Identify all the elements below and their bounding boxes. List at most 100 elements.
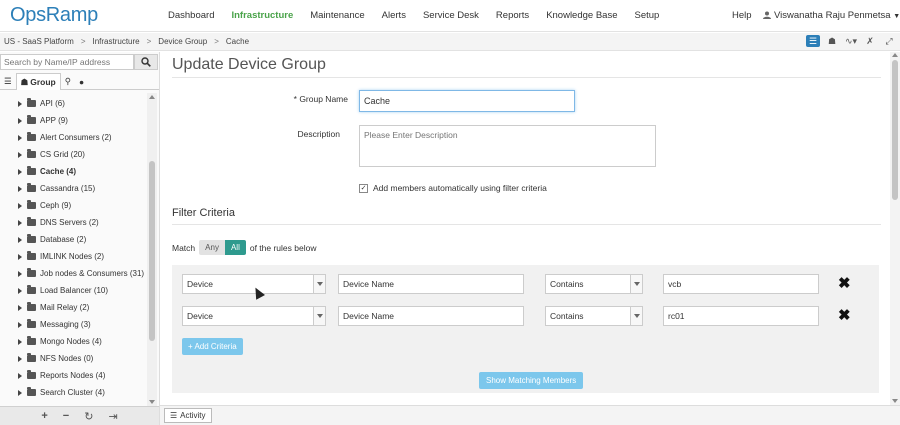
- delete-rule-icon[interactable]: ✖: [838, 276, 851, 291]
- expand-caret-icon[interactable]: [18, 321, 22, 328]
- nav-reports[interactable]: Reports: [496, 10, 529, 21]
- list-view-icon[interactable]: ☰: [806, 35, 820, 47]
- tree-item[interactable]: Mail Relay (2): [18, 299, 89, 316]
- nav-infrastructure[interactable]: Infrastructure: [231, 10, 293, 21]
- nav-maintenance[interactable]: Maintenance: [310, 10, 364, 21]
- tree-item-label: Ceph (9): [40, 201, 72, 210]
- topology-icon[interactable]: ☗: [825, 35, 839, 47]
- folder-icon: [27, 183, 36, 192]
- auto-members-checkbox[interactable]: ✓: [359, 183, 368, 193]
- opsramp-logo[interactable]: OpsRamp: [10, 4, 98, 27]
- rule-operator-select[interactable]: Contains: [545, 306, 643, 326]
- expand-icon[interactable]: ⤢: [882, 35, 896, 47]
- tree-item[interactable]: CS Grid (20): [18, 146, 85, 163]
- rule-value-input[interactable]: vcb: [663, 274, 819, 294]
- import-icon[interactable]: ⇥: [108, 410, 117, 423]
- rule-field-input[interactable]: Device Name: [338, 306, 524, 326]
- tree-item[interactable]: Load Balancer (10): [18, 282, 108, 299]
- scroll-down-icon[interactable]: [892, 399, 898, 403]
- rule-entity-select[interactable]: Device: [182, 306, 326, 326]
- scrollbar-thumb[interactable]: [149, 161, 155, 341]
- tools-icon[interactable]: ✗: [863, 35, 877, 47]
- expand-caret-icon[interactable]: [18, 270, 22, 277]
- group-name-input[interactable]: [359, 90, 575, 112]
- tab-list[interactable]: ☰: [0, 73, 16, 90]
- add-icon[interactable]: +: [41, 410, 47, 422]
- rule-field-input[interactable]: Device Name: [338, 274, 524, 294]
- expand-caret-icon[interactable]: [18, 219, 22, 226]
- search-button[interactable]: [134, 54, 158, 70]
- tree-item[interactable]: Reports Nodes (4): [18, 367, 105, 384]
- tree-item[interactable]: Ceph (9): [18, 197, 71, 214]
- metrics-icon[interactable]: ∿▾: [844, 35, 858, 47]
- rule-value-input[interactable]: rc01: [663, 306, 819, 326]
- help-link[interactable]: Help: [732, 10, 752, 21]
- expand-caret-icon[interactable]: [18, 151, 22, 158]
- match-prefix: Match: [172, 242, 196, 253]
- breadcrumb-item[interactable]: Device Group: [158, 37, 207, 46]
- add-criteria-button[interactable]: + Add Criteria: [182, 338, 243, 355]
- rule-operator-select[interactable]: Contains: [545, 274, 643, 294]
- expand-caret-icon[interactable]: [18, 185, 22, 192]
- folder-icon: [27, 251, 36, 260]
- folder-icon: [27, 234, 36, 243]
- tree-item[interactable]: IMLINK Nodes (2): [18, 248, 104, 265]
- expand-caret-icon[interactable]: [18, 253, 22, 260]
- tree-item-label: Mongo Nodes (4): [40, 337, 102, 346]
- expand-caret-icon[interactable]: [18, 236, 22, 243]
- match-all-button[interactable]: All: [224, 240, 246, 255]
- expand-caret-icon[interactable]: [18, 304, 22, 311]
- main-scrollbar[interactable]: [890, 52, 900, 405]
- tab-location[interactable]: ⚲: [61, 73, 75, 90]
- expand-caret-icon[interactable]: [18, 117, 22, 124]
- expand-caret-icon[interactable]: [18, 372, 22, 379]
- tree-item[interactable]: Database (2): [18, 231, 86, 248]
- expand-caret-icon[interactable]: [18, 338, 22, 345]
- tree-item[interactable]: Messaging (3): [18, 316, 91, 333]
- nav-service-desk[interactable]: Service Desk: [423, 10, 479, 21]
- breadcrumb-item[interactable]: Infrastructure: [92, 37, 139, 46]
- nav-alerts[interactable]: Alerts: [382, 10, 406, 21]
- remove-icon[interactable]: −: [63, 410, 69, 422]
- user-menu[interactable]: Viswanatha Raju Penmetsa ▼: [763, 10, 900, 21]
- tree-item[interactable]: NFS Nodes (0): [18, 350, 93, 367]
- delete-rule-icon[interactable]: ✖: [838, 308, 851, 323]
- tree-item[interactable]: Mongo Nodes (4): [18, 333, 102, 350]
- activity-button[interactable]: ☰ Activity: [164, 408, 212, 423]
- scroll-down-icon[interactable]: [149, 400, 155, 404]
- expand-caret-icon[interactable]: [18, 287, 22, 294]
- expand-caret-icon[interactable]: [18, 168, 22, 175]
- folder-icon: [27, 149, 36, 158]
- tab-globe[interactable]: ●: [75, 73, 88, 90]
- tree-item[interactable]: Job nodes & Consumers (31): [18, 265, 144, 282]
- expand-caret-icon[interactable]: [18, 100, 22, 107]
- tree-item[interactable]: Search Cluster (4): [18, 384, 105, 401]
- match-any-button[interactable]: Any: [199, 240, 225, 255]
- tree-item[interactable]: APP (9): [18, 112, 68, 129]
- tab-group[interactable]: ☗ Group: [15, 73, 61, 90]
- nav-setup[interactable]: Setup: [635, 10, 660, 21]
- refresh-icon[interactable]: ↻: [84, 410, 93, 423]
- tree-item-selected[interactable]: Cache (4): [18, 163, 76, 180]
- search-icon: [141, 57, 151, 67]
- breadcrumb-item[interactable]: US - SaaS Platform: [4, 37, 74, 46]
- scrollbar-thumb[interactable]: [892, 60, 898, 200]
- auto-members-option[interactable]: ✓ Add members automatically using filter…: [359, 183, 547, 193]
- expand-caret-icon[interactable]: [18, 202, 22, 209]
- expand-caret-icon[interactable]: [18, 389, 22, 396]
- breadcrumb: US - SaaS Platform > Infrastructure > Devi…: [4, 37, 249, 46]
- nav-knowledge-base[interactable]: Knowledge Base: [546, 10, 617, 21]
- scroll-up-icon[interactable]: [892, 53, 898, 57]
- tree-item[interactable]: DNS Servers (2): [18, 214, 99, 231]
- sidebar-scrollbar[interactable]: [147, 93, 157, 406]
- show-matching-members-button[interactable]: Show Matching Members: [479, 372, 584, 389]
- expand-caret-icon[interactable]: [18, 355, 22, 362]
- search-input[interactable]: [0, 54, 134, 70]
- nav-dashboard[interactable]: Dashboard: [168, 10, 214, 21]
- tree-item[interactable]: Cassandra (15): [18, 180, 95, 197]
- description-textarea[interactable]: [359, 125, 656, 167]
- tree-item[interactable]: Alert Consumers (2): [18, 129, 112, 146]
- expand-caret-icon[interactable]: [18, 134, 22, 141]
- tree-item[interactable]: API (6): [18, 95, 65, 112]
- scroll-up-icon[interactable]: [149, 95, 155, 99]
